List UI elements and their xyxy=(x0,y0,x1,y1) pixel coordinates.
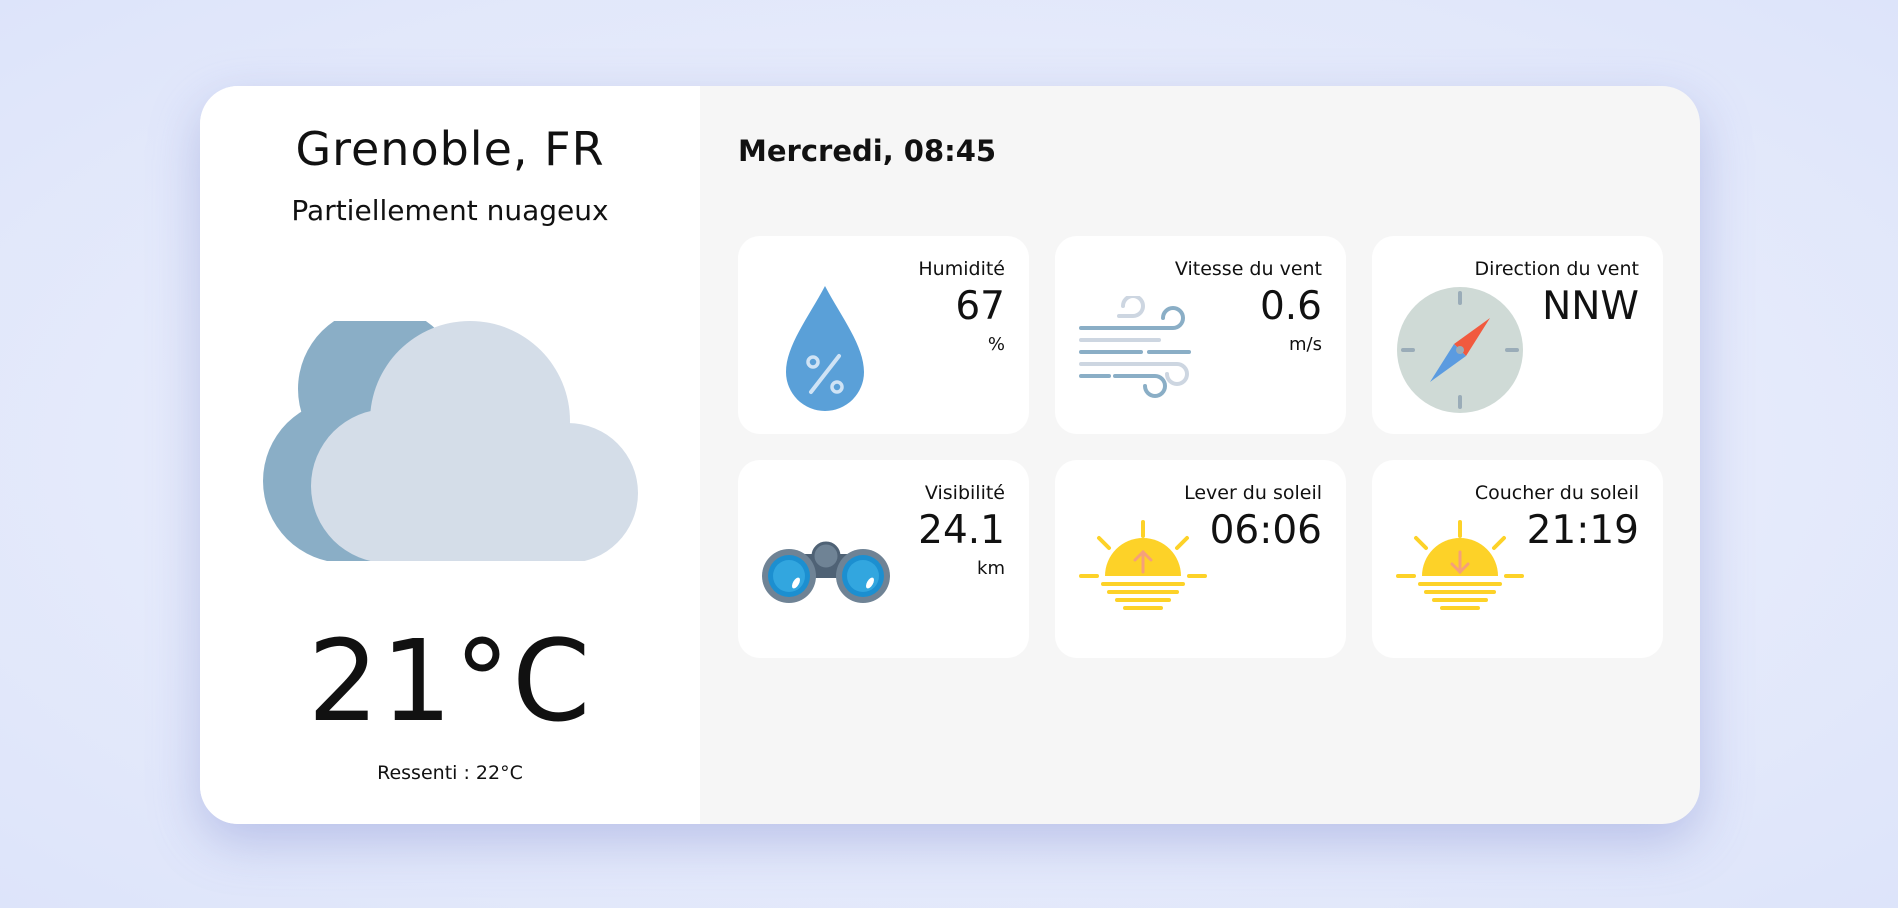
tile-label: Humidité xyxy=(918,258,1005,280)
tile-label: Direction du vent xyxy=(1474,258,1639,280)
visibility-value: 24.1 xyxy=(918,508,1005,553)
partly-cloudy-icon xyxy=(263,321,638,561)
wind-direction-value: NNW xyxy=(1542,284,1639,329)
details-grid: Humidité 67 % Vitesse du vent 0.6 m/s Di… xyxy=(738,236,1663,658)
wind-speed-unit: m/s xyxy=(1289,334,1322,355)
tile-sunset: Coucher du soleil 21:19 xyxy=(1372,460,1663,658)
feels-like: Ressenti : 22°C xyxy=(377,762,523,784)
sunrise-value: 06:06 xyxy=(1209,508,1322,553)
tile-humidity: Humidité 67 % xyxy=(738,236,1029,434)
humidity-value: 67 xyxy=(955,284,1005,329)
sunset-value: 21:19 xyxy=(1526,508,1639,553)
compass-icon xyxy=(1397,287,1523,413)
tile-wind-speed: Vitesse du vent 0.6 m/s xyxy=(1055,236,1346,434)
tile-visibility: Visibilité 24.1 km xyxy=(738,460,1029,658)
details-panel: Mercredi, 08:45 Humidité 67 % Vitesse du… xyxy=(700,86,1700,824)
temperature: 21°C xyxy=(307,617,593,747)
wind-icon xyxy=(1079,296,1191,398)
visibility-unit: km xyxy=(977,558,1005,579)
tile-label: Coucher du soleil xyxy=(1474,482,1639,504)
sunrise-icon xyxy=(1079,520,1207,610)
humidity-unit: % xyxy=(987,334,1005,355)
date-time: Mercredi, 08:45 xyxy=(738,134,997,168)
sunset-icon xyxy=(1396,520,1524,610)
tile-sunrise: Lever du soleil 06:06 xyxy=(1055,460,1346,658)
weather-condition: Partiellement nuageux xyxy=(291,194,609,227)
wind-speed-value: 0.6 xyxy=(1259,284,1322,329)
tile-wind-direction: Direction du vent NNW xyxy=(1372,236,1663,434)
humidity-drop-icon xyxy=(786,286,864,411)
tile-label: Visibilité xyxy=(924,482,1005,504)
tile-label: Vitesse du vent xyxy=(1174,258,1322,280)
binoculars-icon xyxy=(762,541,890,603)
current-weather-panel: Grenoble, FR Partiellement nuageux 21°C … xyxy=(200,86,700,824)
tile-label: Lever du soleil xyxy=(1184,482,1322,504)
weather-card: Grenoble, FR Partiellement nuageux 21°C … xyxy=(200,86,1700,824)
city-name: Grenoble, FR xyxy=(295,122,605,176)
